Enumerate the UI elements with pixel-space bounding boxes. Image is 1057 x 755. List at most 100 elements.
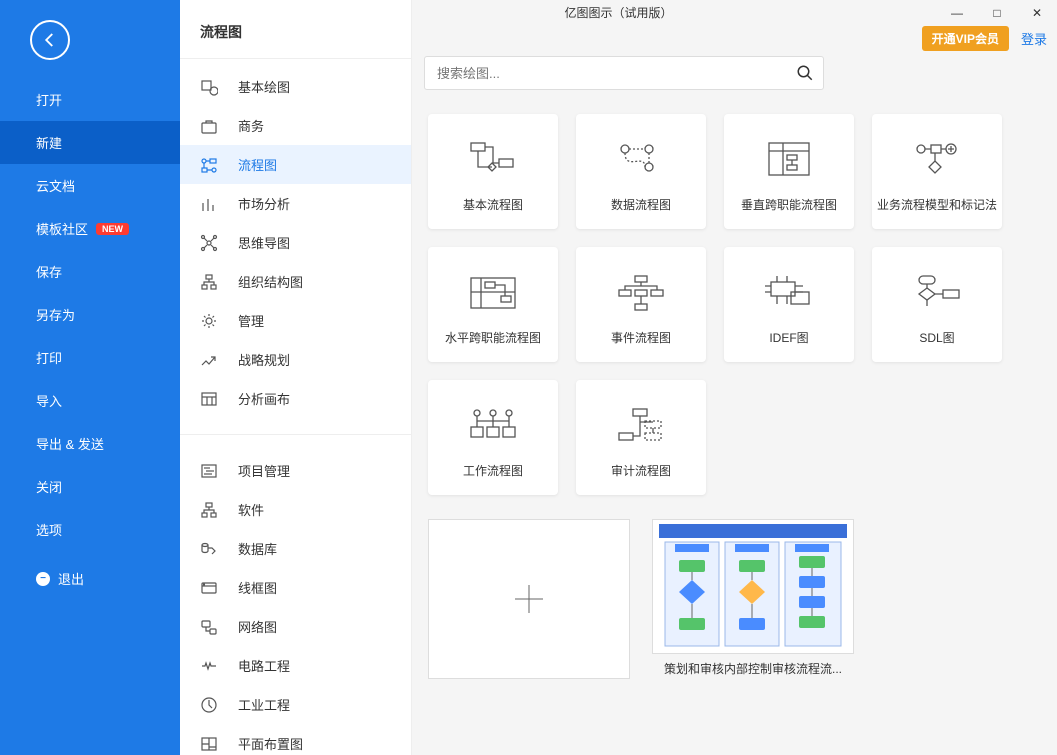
sidebar-item-3[interactable]: 模板社区 NEW: [0, 207, 180, 250]
sidebar-item-label: 云文档: [36, 176, 75, 195]
category-item[interactable]: 平面布置图: [180, 724, 411, 755]
sidebar-item-9[interactable]: 关闭: [0, 465, 180, 508]
sidebar-item-0[interactable]: 打开: [0, 78, 180, 121]
sidebar-item-logout[interactable]: − 退出: [0, 557, 180, 600]
search-icon: [796, 64, 814, 82]
cards-scroll[interactable]: 基本流程图 数据流程图 垂直跨职能流程图 业务流程模型和标记法水平跨职能流程图事件流程…: [412, 100, 1057, 755]
briefcase-icon: [200, 117, 218, 135]
flowchart-preview-icon: [655, 522, 851, 652]
category-item[interactable]: 数据库: [180, 529, 411, 568]
category-item[interactable]: 战略规划: [180, 340, 411, 379]
category-item[interactable]: 商务: [180, 106, 411, 145]
category-label: 管理: [238, 311, 264, 330]
back-button[interactable]: [30, 20, 70, 60]
sidebar-item-5[interactable]: 另存为: [0, 293, 180, 336]
diagram-type-card[interactable]: SDL图: [872, 247, 1002, 362]
category-item[interactable]: 软件: [180, 490, 411, 529]
network-icon: [200, 618, 218, 636]
template-add-blank[interactable]: [428, 519, 630, 679]
sidebar-item-label: 导出 & 发送: [36, 434, 104, 453]
category-label: 战略规划: [238, 350, 290, 369]
diagram-card-label: 业务流程模型和标记法: [877, 196, 997, 213]
diagram-type-card[interactable]: 数据流程图: [576, 114, 706, 229]
category-item[interactable]: 工业工程: [180, 685, 411, 724]
diagram-type-card[interactable]: 水平跨职能流程图: [428, 247, 558, 362]
category-item[interactable]: 管理: [180, 301, 411, 340]
arrow-left-icon: [41, 31, 59, 49]
circuit-icon: [200, 657, 218, 675]
sidebar-item-1[interactable]: 新建: [0, 121, 180, 164]
bars-icon: [200, 195, 218, 213]
wire-icon: [200, 579, 218, 597]
shapes-icon: [200, 78, 218, 96]
category-item[interactable]: 组织结构图: [180, 262, 411, 301]
diagram-type-card[interactable]: 事件流程图: [576, 247, 706, 362]
sidebar-item-8[interactable]: 导出 & 发送: [0, 422, 180, 465]
diagram-icon: [463, 138, 523, 180]
db-icon: [200, 540, 218, 558]
window-controls: — □ ✕: [937, 0, 1057, 25]
category-label: 软件: [238, 500, 264, 519]
sidebar-item-7[interactable]: 导入: [0, 379, 180, 422]
search-box: [424, 56, 824, 90]
diagram-type-card[interactable]: 垂直跨职能流程图: [724, 114, 854, 229]
category-item[interactable]: 思维导图: [180, 223, 411, 262]
diagram-type-card[interactable]: 业务流程模型和标记法: [872, 114, 1002, 229]
category-label: 流程图: [238, 155, 277, 174]
diagram-card-label: 审计流程图: [611, 462, 671, 479]
canvas-icon: [200, 390, 218, 408]
category-item[interactable]: 项目管理: [180, 451, 411, 490]
category-item[interactable]: 线框图: [180, 568, 411, 607]
sidebar-categories: 流程图 基本绘图商务流程图市场分析思维导图组织结构图管理战略规划分析画布项目管理…: [180, 0, 412, 755]
category-item[interactable]: 分析画布: [180, 379, 411, 418]
category-label: 平面布置图: [238, 734, 303, 753]
sidebar-item-label: 打开: [36, 90, 62, 109]
diagram-card-label: 数据流程图: [611, 196, 671, 213]
trend-icon: [200, 351, 218, 369]
diagram-card-label: 垂直跨职能流程图: [741, 196, 837, 213]
diagram-type-card[interactable]: 工作流程图: [428, 380, 558, 495]
sidebar-item-label: 关闭: [36, 477, 62, 496]
maximize-button[interactable]: □: [977, 0, 1017, 25]
floor-icon: [200, 735, 218, 753]
diagram-type-card[interactable]: 审计流程图: [576, 380, 706, 495]
diagram-type-card[interactable]: IDEF图: [724, 247, 854, 362]
main-content: 基本流程图 数据流程图 垂直跨职能流程图 业务流程模型和标记法水平跨职能流程图事件流程…: [412, 0, 1057, 755]
sidebar-item-label: 导入: [36, 391, 62, 410]
diagram-icon: [463, 271, 523, 313]
category-item[interactable]: 电路工程: [180, 646, 411, 685]
diagram-icon: [759, 138, 819, 180]
category-item[interactable]: 基本绘图: [180, 67, 411, 106]
diagram-type-card[interactable]: 基本流程图: [428, 114, 558, 229]
category-divider: [180, 434, 411, 435]
diagram-icon: [907, 138, 967, 180]
sidebar-item-label: 模板社区: [36, 219, 88, 238]
logout-icon: −: [36, 572, 50, 586]
category-item[interactable]: 流程图: [180, 145, 411, 184]
flow-icon: [200, 156, 218, 174]
category-label: 分析画布: [238, 389, 290, 408]
diagram-card-label: 工作流程图: [463, 462, 523, 479]
login-link[interactable]: 登录: [1021, 29, 1047, 48]
vip-button[interactable]: 开通VIP会员: [922, 26, 1009, 51]
diagram-card-label: 基本流程图: [463, 196, 523, 213]
sidebar-item-10[interactable]: 选项: [0, 508, 180, 551]
template-card[interactable]: 策划和审核内部控制审核流程流...: [652, 519, 854, 679]
new-badge: NEW: [96, 223, 129, 235]
close-button[interactable]: ✕: [1017, 0, 1057, 25]
category-label: 市场分析: [238, 194, 290, 213]
sidebar-item-label: 选项: [36, 520, 62, 539]
category-item[interactable]: 网络图: [180, 607, 411, 646]
sidebar-item-6[interactable]: 打印: [0, 336, 180, 379]
diagram-icon: [759, 271, 819, 313]
sidebar-item-label: 保存: [36, 262, 62, 281]
minimize-button[interactable]: —: [937, 0, 977, 25]
category-label: 数据库: [238, 539, 277, 558]
category-item[interactable]: 市场分析: [180, 184, 411, 223]
search-button[interactable]: [787, 64, 823, 82]
template-title: 策划和审核内部控制审核流程流...: [652, 660, 854, 677]
search-input[interactable]: [425, 66, 787, 81]
sidebar-item-2[interactable]: 云文档: [0, 164, 180, 207]
sidebar-item-4[interactable]: 保存: [0, 250, 180, 293]
sidebar-left: 打开新建云文档模板社区 NEW 保存另存为打印导入导出 & 发送关闭选项 − 退出: [0, 0, 180, 755]
